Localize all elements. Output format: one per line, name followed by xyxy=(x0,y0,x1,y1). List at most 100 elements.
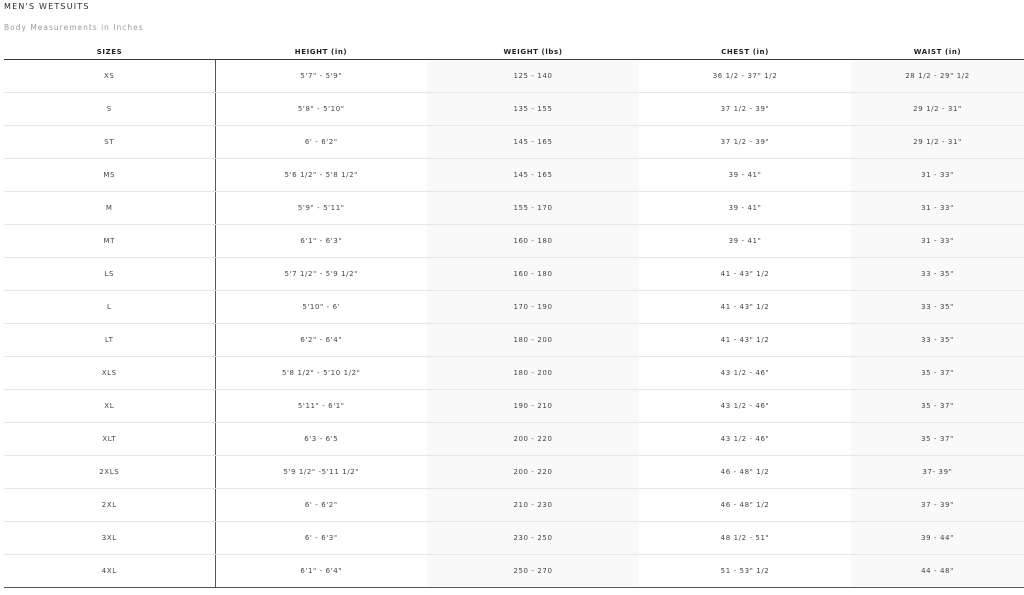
waist-cell: 44 - 48" xyxy=(851,554,1024,588)
weight-cell: 160 - 180 xyxy=(427,224,639,258)
height-cell: 5'8 1/2" - 5'10 1/2" xyxy=(215,356,427,390)
chest-cell: 37 1/2 - 39" xyxy=(639,92,851,126)
weight-cell: 170 - 190 xyxy=(427,290,639,324)
size-cell: 4XL xyxy=(4,554,216,588)
size-cell: L xyxy=(4,290,216,324)
height-cell: 5'7" - 5'9" xyxy=(215,59,427,93)
waist-cell: 35 - 37" xyxy=(851,356,1024,390)
chest-cell: 43 1/2 - 46" xyxy=(639,422,851,456)
size-cell: 2XLS xyxy=(4,455,216,489)
weight-cell: 160 - 180 xyxy=(427,257,639,291)
height-cell: 5'10" - 6' xyxy=(215,290,427,324)
height-cell: 6'3 - 6'5 xyxy=(215,422,427,456)
table-row: 4XL 6'1" - 6'4" 250 - 270 51 - 53" 1/2 44 - … xyxy=(4,554,1024,588)
table-row: LT 6'2" - 6'4" 180 - 200 41 - 43" 1/2 33 - 3… xyxy=(4,323,1024,357)
waist-cell: 35 - 37" xyxy=(851,422,1024,456)
header-weight: WEIGHT (lbs) xyxy=(427,44,639,60)
weight-cell: 200 - 220 xyxy=(427,422,639,456)
table-row: S 5'8" - 5'10" 135 - 155 37 1/2 - 39" 29 1/2… xyxy=(4,92,1024,126)
table-row: MT 6'1" - 6'3" 160 - 180 39 - 41" 31 - 33" xyxy=(4,224,1024,258)
table-row: 2XLS 5'9 1/2" -5'11 1/2" 200 - 220 46 - 48"… xyxy=(4,455,1024,489)
size-cell: S xyxy=(4,92,216,126)
height-cell: 6' - 6'3" xyxy=(215,521,427,555)
size-cell: 3XL xyxy=(4,521,216,555)
height-cell: 5'8" - 5'10" xyxy=(215,92,427,126)
table-row: ST 6' - 6'2" 145 - 165 37 1/2 - 39" 29 1/2 -… xyxy=(4,125,1024,159)
weight-cell: 180 - 200 xyxy=(427,323,639,357)
waist-cell: 37- 39" xyxy=(851,455,1024,489)
waist-cell: 33 - 35" xyxy=(851,257,1024,291)
waist-cell: 31 - 33" xyxy=(851,158,1024,192)
waist-cell: 28 1/2 - 29" 1/2 xyxy=(851,59,1024,93)
weight-cell: 190 - 210 xyxy=(427,389,639,423)
size-cell: MS xyxy=(4,158,216,192)
waist-cell: 33 - 35" xyxy=(851,290,1024,324)
size-cell: XLS xyxy=(4,356,216,390)
weight-cell: 200 - 220 xyxy=(427,455,639,489)
height-cell: 5'7 1/2" - 5'9 1/2" xyxy=(215,257,427,291)
height-cell: 5'9" - 5'11" xyxy=(215,191,427,225)
size-chart-table: SIZES HEIGHT (in) WEIGHT (lbs) CHEST (in… xyxy=(4,44,1024,588)
waist-cell: 39 - 44" xyxy=(851,521,1024,555)
chest-cell: 37 1/2 - 39" xyxy=(639,125,851,159)
chest-cell: 46 - 48" 1/2 xyxy=(639,488,851,522)
chest-cell: 51 - 53" 1/2 xyxy=(639,554,851,588)
waist-cell: 35 - 37" xyxy=(851,389,1024,423)
chest-cell: 43 1/2 - 46" xyxy=(639,356,851,390)
waist-cell: 31 - 33" xyxy=(851,224,1024,258)
waist-cell: 33 - 35" xyxy=(851,323,1024,357)
height-cell: 6' - 6'2" xyxy=(215,125,427,159)
height-cell: 5'11" - 6'1" xyxy=(215,389,427,423)
weight-cell: 145 - 165 xyxy=(427,158,639,192)
chest-cell: 39 - 41" xyxy=(639,191,851,225)
waist-cell: 29 1/2 - 31" xyxy=(851,125,1024,159)
weight-cell: 210 - 230 xyxy=(427,488,639,522)
height-cell: 6'2" - 6'4" xyxy=(215,323,427,357)
table-row: XLT 6'3 - 6'5 200 - 220 43 1/2 - 46" 35 - 37… xyxy=(4,422,1024,456)
page-title: MEN'S WETSUITS xyxy=(4,2,90,11)
size-cell: XS xyxy=(4,59,216,93)
table-row: M 5'9" - 5'11" 155 - 170 39 - 41" 31 - 33" xyxy=(4,191,1024,225)
size-cell: LT xyxy=(4,323,216,357)
weight-cell: 250 - 270 xyxy=(427,554,639,588)
weight-cell: 180 - 200 xyxy=(427,356,639,390)
header-sizes: SIZES xyxy=(4,44,215,60)
weight-cell: 230 - 250 xyxy=(427,521,639,555)
height-cell: 5'9 1/2" -5'11 1/2" xyxy=(215,455,427,489)
size-cell: ST xyxy=(4,125,216,159)
table-header-row: SIZES HEIGHT (in) WEIGHT (lbs) CHEST (in… xyxy=(4,44,1024,60)
table-row: 2XL 6' - 6'2" 210 - 230 46 - 48" 1/2 37 - 39… xyxy=(4,488,1024,522)
size-cell: XLT xyxy=(4,422,216,456)
chest-cell: 39 - 41" xyxy=(639,224,851,258)
header-chest: CHEST (in) xyxy=(639,44,851,60)
size-cell: 2XL xyxy=(4,488,216,522)
page-subtitle: Body Measurements in Inches xyxy=(4,23,144,32)
size-cell: M xyxy=(4,191,216,225)
chest-cell: 41 - 43" 1/2 xyxy=(639,257,851,291)
height-cell: 5'6 1/2" - 5'8 1/2" xyxy=(215,158,427,192)
chest-cell: 46 - 48" 1/2 xyxy=(639,455,851,489)
table-row: 3XL 6' - 6'3" 230 - 250 48 1/2 - 51" 39 - 44… xyxy=(4,521,1024,555)
waist-cell: 29 1/2 - 31" xyxy=(851,92,1024,126)
table-row: XLS 5'8 1/2" - 5'10 1/2" 180 - 200 43 1/2 -… xyxy=(4,356,1024,390)
chest-cell: 39 - 41" xyxy=(639,158,851,192)
weight-cell: 155 - 170 xyxy=(427,191,639,225)
table-body: XS 5'7" - 5'9" 125 - 140 36 1/2 - 37" 1/2 28… xyxy=(4,59,1024,588)
table-row: LS 5'7 1/2" - 5'9 1/2" 160 - 180 41 - 43" 1… xyxy=(4,257,1024,291)
size-cell: MT xyxy=(4,224,216,258)
chest-cell: 36 1/2 - 37" 1/2 xyxy=(639,59,851,93)
chest-cell: 41 - 43" 1/2 xyxy=(639,290,851,324)
table-row: XL 5'11" - 6'1" 190 - 210 43 1/2 - 46" 35 - … xyxy=(4,389,1024,423)
weight-cell: 145 - 165 xyxy=(427,125,639,159)
weight-cell: 125 - 140 xyxy=(427,59,639,93)
chest-cell: 43 1/2 - 46" xyxy=(639,389,851,423)
height-cell: 6'1" - 6'3" xyxy=(215,224,427,258)
table-row: MS 5'6 1/2" - 5'8 1/2" 145 - 165 39 - 41" 31… xyxy=(4,158,1024,192)
chest-cell: 41 - 43" 1/2 xyxy=(639,323,851,357)
header-waist: WAIST (in) xyxy=(851,44,1024,60)
height-cell: 6'1" - 6'4" xyxy=(215,554,427,588)
table-row: XS 5'7" - 5'9" 125 - 140 36 1/2 - 37" 1/2 28… xyxy=(4,59,1024,93)
table-row: L 5'10" - 6' 170 - 190 41 - 43" 1/2 33 - 35" xyxy=(4,290,1024,324)
header-height: HEIGHT (in) xyxy=(215,44,427,60)
weight-cell: 135 - 155 xyxy=(427,92,639,126)
